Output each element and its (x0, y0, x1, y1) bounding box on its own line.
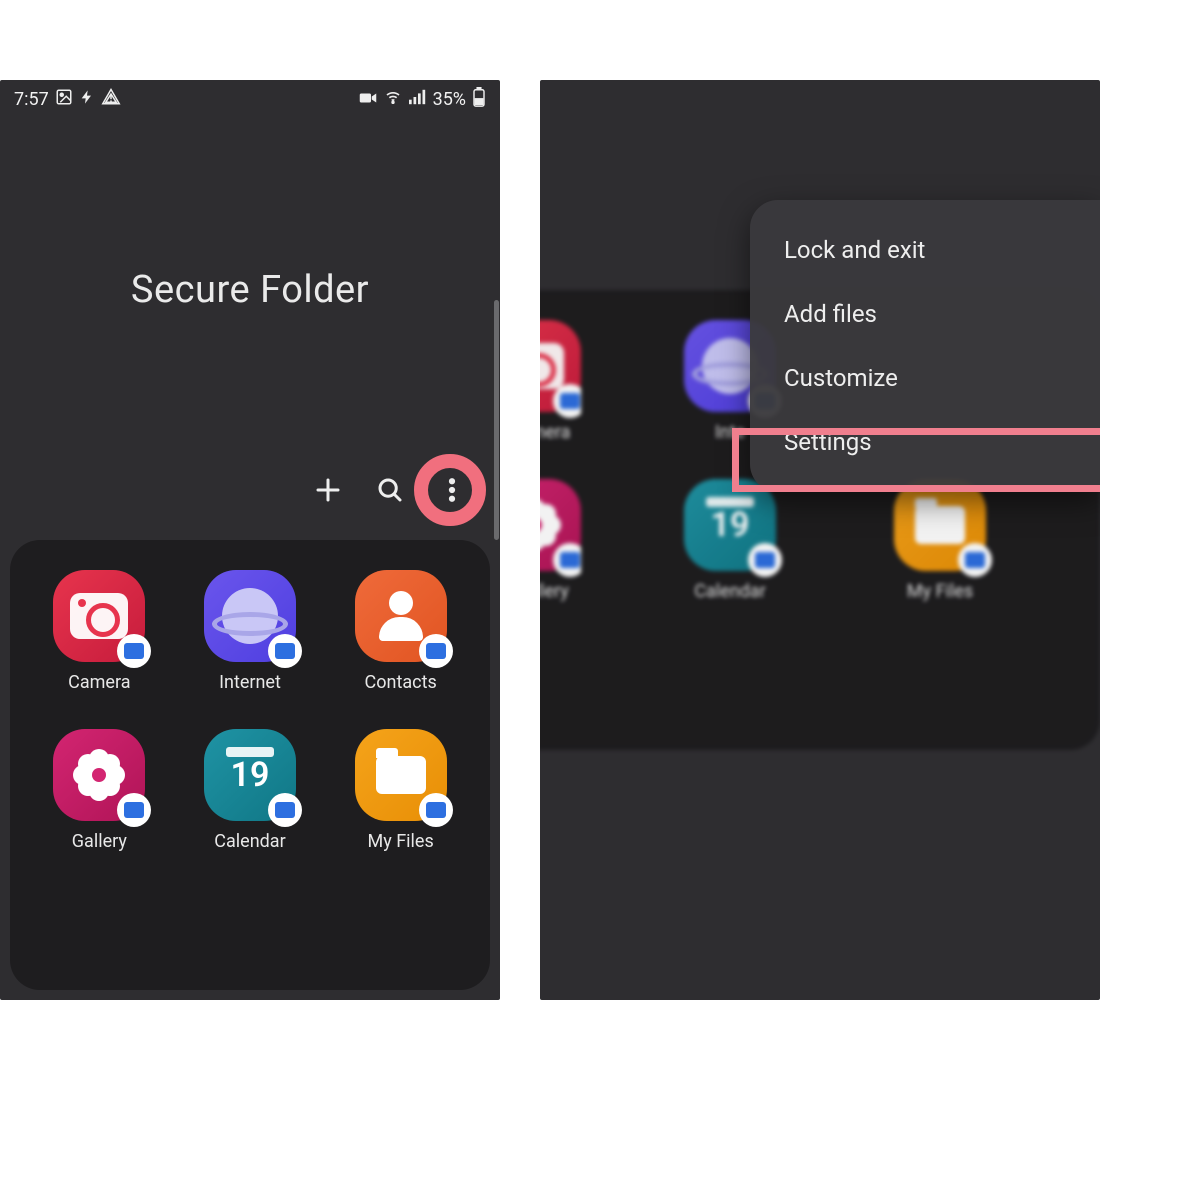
app-contacts[interactable]: Contacts (355, 570, 447, 693)
scrollbar[interactable] (494, 300, 499, 540)
phone-screen-right: mera Inte (540, 80, 1100, 1000)
apps-panel: Camera Internet Contacts (10, 540, 490, 990)
app-calendar[interactable]: 19 Calendar (204, 729, 296, 852)
more-button[interactable] (432, 470, 472, 510)
add-button[interactable] (308, 470, 348, 510)
app-label: Calendar (214, 831, 285, 852)
app-myfiles[interactable]: My Files (894, 479, 986, 602)
app-myfiles[interactable]: My Files (355, 729, 447, 852)
app-label: mera (540, 422, 570, 443)
status-bar: 7:57 (0, 80, 500, 118)
image-icon (55, 88, 73, 111)
secure-folder-badge-icon (419, 634, 453, 668)
menu-item-customize[interactable]: Customize (750, 346, 1100, 410)
app-internet[interactable]: Internet (204, 570, 296, 693)
search-button[interactable] (370, 470, 410, 510)
battery-percent: 35% (433, 89, 466, 110)
app-label: Calendar (694, 581, 765, 602)
app-label: Camera (68, 672, 130, 693)
app-label: Inte (715, 422, 745, 443)
status-time: 7:57 (14, 89, 49, 110)
app-label: Contacts (365, 672, 437, 693)
secure-folder-badge-icon (117, 793, 151, 827)
signal-icon (409, 89, 427, 110)
warning-icon (101, 88, 121, 111)
battery-icon (472, 87, 486, 112)
secure-folder-badge-icon (117, 634, 151, 668)
app-label: Gallery (72, 831, 127, 852)
menu-item-settings[interactable]: Settings (750, 410, 1100, 474)
app-gallery[interactable]: illery (540, 479, 581, 602)
phone-screen-left: 7:57 (0, 80, 500, 1000)
app-camera[interactable]: mera (540, 320, 581, 443)
app-label: My Files (368, 831, 434, 852)
toolbar (308, 470, 472, 510)
app-label: illery (540, 581, 569, 602)
secure-folder-badge-icon (268, 634, 302, 668)
page-title: Secure Folder (0, 268, 500, 312)
secure-folder-badge-icon (958, 543, 992, 577)
calendar-day: 19 (711, 505, 750, 545)
video-icon (359, 89, 377, 110)
secure-folder-badge-icon (419, 793, 453, 827)
secure-folder-badge-icon (553, 543, 581, 577)
secure-folder-badge-icon (748, 543, 782, 577)
app-label: My Files (907, 581, 973, 602)
app-label: Internet (219, 672, 281, 693)
overflow-menu: Lock and exit Add files Customize Settin… (750, 200, 1100, 492)
wifi-icon (383, 89, 403, 110)
app-calendar[interactable]: 19 Calendar (684, 479, 776, 602)
menu-item-add-files[interactable]: Add files (750, 282, 1100, 346)
calendar-day: 19 (231, 755, 270, 795)
secure-folder-badge-icon (268, 793, 302, 827)
bolt-icon (79, 88, 95, 111)
app-gallery[interactable]: Gallery (53, 729, 145, 852)
menu-item-lock-exit[interactable]: Lock and exit (750, 218, 1100, 282)
secure-folder-badge-icon (553, 384, 581, 418)
app-camera[interactable]: Camera (53, 570, 145, 693)
